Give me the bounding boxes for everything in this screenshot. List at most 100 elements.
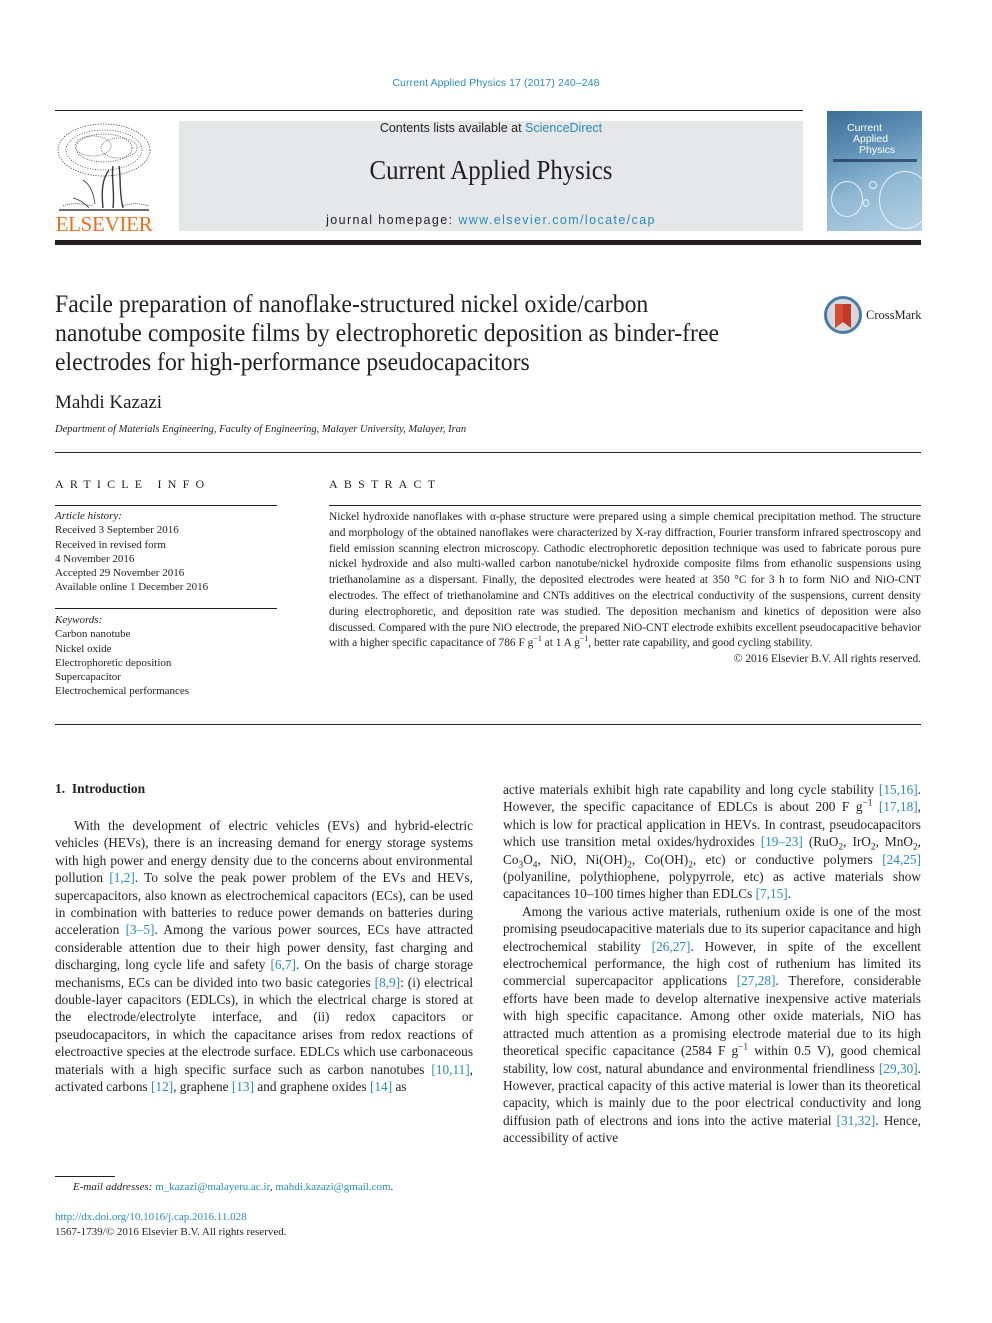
title-line: Facile preparation of nanoflake-structur… [55, 289, 649, 318]
reference-link[interactable]: [3–5] [126, 922, 155, 937]
author-name[interactable]: Mahdi Kazazi [55, 392, 162, 414]
email-footnote: E-mail addresses: m_kazazi@malayeru.ac.i… [73, 1181, 393, 1193]
email-link[interactable]: m_kazazi@malayeru.ac.ir [155, 1181, 270, 1193]
article-history-label: Article history: [55, 510, 122, 522]
text: , IrO [843, 834, 871, 850]
cover-bubble [869, 181, 877, 189]
keyword-item: Carbon nanotube [55, 628, 131, 641]
author-affiliation: Department of Materials Engineering, Fac… [55, 424, 467, 435]
reference-link[interactable]: [15,16] [879, 782, 918, 797]
reference-link[interactable]: [1,2] [109, 870, 134, 885]
abstract-copyright: © 2016 Elsevier B.V. All rights reserved… [733, 653, 921, 666]
reference-link[interactable]: [29,30] [879, 1061, 918, 1076]
header-rule [55, 110, 803, 111]
footnote-rule [55, 1176, 115, 1177]
reference-link[interactable]: [17,18] [879, 799, 918, 814]
history-item: Accepted 29 November 2016 [55, 567, 185, 580]
intro-left-column: With the development of electric vehicle… [55, 817, 473, 1096]
reference-link[interactable]: [12] [151, 1079, 173, 1094]
reference-link[interactable]: [14] [370, 1079, 392, 1094]
intro-paragraph: With the development of electric vehicle… [55, 817, 473, 1096]
homepage-prefix: journal homepage: [326, 213, 459, 227]
reference-link[interactable]: [13] [232, 1079, 254, 1094]
article-info-heading: ARTICLE INFO [55, 477, 211, 491]
text: active materials exhibit high rate capab… [503, 782, 879, 797]
text: O [523, 851, 533, 867]
contents-line: Contents lists available at ScienceDirec… [179, 121, 803, 135]
text: , MnO [875, 834, 914, 850]
cover-title: Current Applied Physics [847, 123, 895, 156]
reference-link[interactable]: [24,25] [882, 852, 921, 867]
superscript: −1 [579, 634, 589, 644]
text: (RuO [802, 834, 839, 850]
journal-cover-image[interactable]: Current Applied Physics [827, 111, 922, 231]
superscript: −1 [533, 634, 542, 644]
keyword-item: Electrophoretic deposition [55, 656, 172, 669]
history-item: Received 3 September 2016 [55, 524, 179, 537]
history-item: Available online 1 December 2016 [55, 581, 209, 594]
homepage-link[interactable]: www.elsevier.com/locate/cap [458, 213, 656, 227]
reference-link[interactable]: [8,9] [375, 975, 400, 990]
text: , Co(OH) [631, 851, 689, 867]
abstract-body: Nickel hydroxide nanoflakes with α-phase… [329, 510, 921, 668]
history-item: 4 November 2016 [55, 552, 135, 565]
text: . [787, 886, 792, 902]
intro-paragraph: Among the various active materials, ruth… [503, 903, 921, 1147]
email-label: E-mail addresses: [73, 1181, 156, 1193]
issn-copyright: 1567-1739/© 2016 Elsevier B.V. All right… [55, 1226, 287, 1238]
intro-paragraph: active materials exhibit high rate capab… [503, 781, 921, 903]
doi-link[interactable]: http://dx.doi.org/10.1016/j.cap.2016.11.… [55, 1211, 247, 1223]
text: as [392, 1079, 407, 1095]
keyword-item: Electrochemical performances [55, 685, 190, 698]
section-rule-bottom [55, 724, 921, 725]
reference-link[interactable]: [6,7] [270, 957, 295, 972]
reference-link[interactable]: [7,15] [756, 886, 788, 901]
abstract-rule [329, 505, 921, 506]
intro-right-column: active materials exhibit high rate capab… [503, 781, 921, 1147]
article-history: Article history: Received 3 September 20… [55, 509, 277, 595]
superscript: −1 [862, 798, 873, 809]
superscript: −1 [738, 1042, 749, 1053]
cover-bubble [831, 181, 863, 217]
reference-link[interactable]: [10,11] [431, 1062, 469, 1077]
sciencedirect-link[interactable]: ScienceDirect [525, 121, 602, 135]
journal-homepage-line: journal homepage: www.elsevier.com/locat… [179, 213, 803, 227]
header-thick-rule [55, 240, 921, 245]
abstract-text-2: at 1 A g [541, 637, 580, 650]
article-title: Facile preparation of nanoflake-structur… [55, 289, 762, 376]
cover-bubble [863, 199, 869, 207]
elsevier-wordmark: ELSEVIER [55, 212, 153, 236]
reference-link[interactable]: [19–23] [761, 834, 803, 849]
journal-title: Current Applied Physics [369, 155, 613, 185]
keyword-item: Nickel oxide [55, 642, 112, 655]
section-rule [55, 452, 921, 453]
text: and graphene oxides [254, 1079, 370, 1095]
text: , etc) or conductive polymers [692, 851, 883, 867]
abstract-text-3: , better rate capability, and good cycli… [588, 637, 813, 650]
abstract-text: Nickel hydroxide nanoflakes with α-phase… [329, 510, 921, 652]
history-item: Received in revised form [55, 538, 166, 551]
keyword-item: Supercapacitor [55, 671, 121, 684]
title-line: nanotube composite films by electrophore… [55, 318, 720, 347]
journal-citation[interactable]: Current Applied Physics 17 (2017) 240–24… [0, 77, 992, 89]
elsevier-logo[interactable]: ELSEVIER [53, 118, 155, 236]
journal-banner: Contents lists available at ScienceDirec… [179, 121, 803, 231]
period: . [390, 1181, 394, 1193]
reference-link[interactable]: [27,28] [737, 973, 776, 988]
abstract-text-1: Nickel hydroxide nanoflakes with α-phase… [329, 511, 921, 650]
cover-line-3: Physics [859, 144, 896, 156]
introduction-heading: 1. Introduction [55, 781, 146, 796]
email-link[interactable]: mahdi.kazazi@gmail.com [275, 1181, 390, 1193]
article-info-rule [55, 505, 277, 506]
cover-band [833, 159, 917, 162]
keywords-label: Keywords: [55, 614, 103, 626]
abstract-heading: ABSTRACT [329, 477, 442, 491]
text: , graphene [173, 1079, 232, 1095]
text: (polyaniline, polythiophene, polypyrrole… [503, 869, 921, 902]
reference-link[interactable]: [26,27] [652, 939, 691, 954]
crossmark-label: CrossMark [866, 308, 922, 322]
cover-bubble [879, 171, 922, 229]
reference-link[interactable]: [31,32] [837, 1113, 876, 1128]
keywords-rule [55, 608, 277, 609]
crossmark-button[interactable]: CrossMark [824, 296, 924, 336]
